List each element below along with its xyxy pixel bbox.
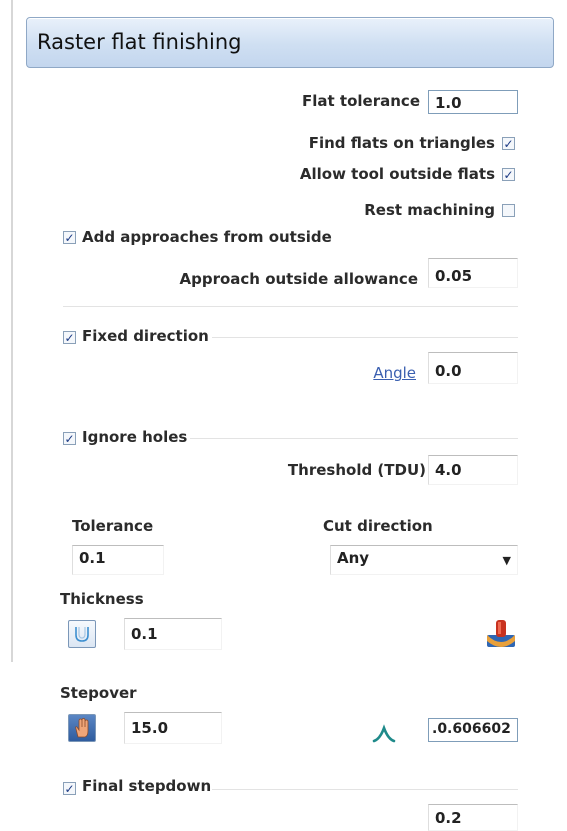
find-flats-label: Find flats on triangles [308, 134, 495, 152]
stepover-input[interactable]: 15.0 [124, 712, 222, 744]
section-divider [63, 306, 518, 307]
thickness-input[interactable]: 0.1 [124, 618, 222, 650]
rest-machining-checkbox[interactable] [502, 204, 515, 217]
ignore-holes-label: Ignore holes [82, 428, 188, 446]
final-stepdown-input[interactable]: 0.2 [428, 804, 518, 831]
fixed-direction-checkbox[interactable] [63, 331, 76, 344]
approaches-checkbox[interactable] [63, 231, 76, 244]
cut-direction-value: Any [337, 549, 370, 567]
tolerance-input[interactable]: 0.1 [72, 545, 164, 575]
approach-allowance-input[interactable]: 0.05 [428, 258, 518, 288]
chevron-down-icon[interactable]: ▼ [503, 554, 511, 567]
approaches-label: Add approaches from outside [82, 228, 332, 246]
tool-profile-icon [75, 627, 89, 642]
stepover-button[interactable] [68, 714, 96, 742]
thickness-label: Thickness [60, 590, 144, 608]
panel-left-border [11, 0, 13, 662]
tool-part-button[interactable] [485, 617, 517, 651]
tool-part-icon [487, 620, 515, 647]
flat-tolerance-input[interactable]: 1.0 [428, 90, 518, 114]
fixed-direction-label: Fixed direction [82, 327, 209, 345]
cut-direction-select[interactable]: Any ▼ [330, 545, 518, 575]
final-stepdown-label: Final stepdown [82, 777, 212, 795]
panel-header: Raster flat finishing [26, 17, 554, 68]
stepover-icon [372, 724, 396, 743]
approach-allowance-label: Approach outside allowance [179, 270, 419, 288]
stepover-label: Stepover [60, 684, 137, 702]
angle-input[interactable]: 0.0 [428, 352, 518, 384]
angle-link[interactable]: Angle [373, 364, 416, 382]
threshold-label: Threshold (TDU) [287, 461, 426, 479]
threshold-input[interactable]: 4.0 [428, 455, 518, 485]
find-flats-checkbox[interactable] [502, 137, 515, 150]
tolerance-label: Tolerance [72, 517, 154, 535]
section-divider [190, 438, 518, 439]
hand-icon [75, 718, 89, 738]
section-divider [212, 337, 518, 338]
allow-outside-label: Allow tool outside flats [299, 165, 495, 183]
section-divider [212, 789, 518, 790]
thickness-button[interactable] [68, 620, 96, 648]
allow-outside-checkbox[interactable] [502, 168, 515, 181]
stepover-computed-value: .0.606602 [428, 718, 518, 742]
cut-direction-label: Cut direction [323, 517, 433, 535]
panel-title: Raster flat finishing [37, 30, 242, 54]
final-stepdown-checkbox[interactable] [63, 782, 76, 795]
stepover-indicator [370, 722, 398, 744]
rest-machining-label: Rest machining [364, 201, 495, 219]
flat-tolerance-label: Flat tolerance [302, 92, 420, 110]
ignore-holes-checkbox[interactable] [63, 432, 76, 445]
